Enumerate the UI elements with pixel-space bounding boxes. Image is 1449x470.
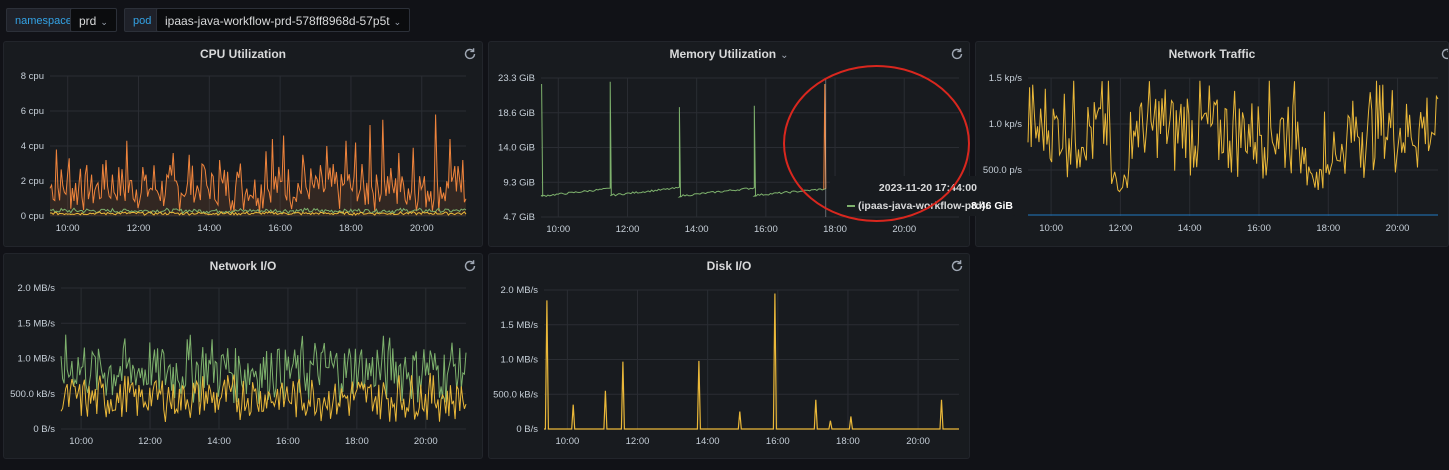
y-tick-label: 2.0 MB/s (501, 285, 539, 296)
y-tick-label: 4.7 GiB (503, 212, 535, 223)
pod-variable-label: pod (124, 8, 161, 32)
namespace-selected-value: prd (79, 14, 97, 28)
y-tick-label: 1.5 MB/s (18, 318, 56, 329)
x-tick-label: 18:00 (345, 436, 369, 447)
x-tick-label: 14:00 (685, 224, 709, 235)
x-tick-label: 12:00 (127, 223, 151, 234)
x-tick-label: 16:00 (276, 436, 300, 447)
x-tick-label: 10:00 (546, 224, 570, 235)
y-tick-label: 500.0 kB/s (493, 389, 538, 400)
memory-tooltip: 2023-11-20 17:44:00 (ipaas-java-workflow… (830, 176, 1015, 216)
x-tick-label: 12:00 (138, 436, 162, 447)
x-tick-label: 16:00 (754, 224, 778, 235)
chevron-down-icon: ⌄ (100, 17, 108, 27)
y-tick-label: 1.5 MB/s (501, 320, 539, 331)
x-tick-label: 14:00 (696, 436, 720, 447)
y-tick-label: 0 B/s (516, 424, 538, 435)
refresh-icon[interactable] (463, 259, 477, 273)
y-tick-label: 14.0 GiB (498, 143, 535, 154)
series-line (544, 293, 959, 430)
refresh-icon[interactable] (1440, 47, 1449, 61)
dashboard-variables-bar: namespace ipaas-java-workflow-prd-578ff8… (0, 0, 1449, 40)
x-tick-label: 14:00 (1178, 223, 1202, 234)
network-io-chart: 0 B/s 500.0 kB/s 1.0 MB/s 1.5 MB/s 2.0 MB/s 1… (10, 283, 467, 447)
panel-title: Memory Utilization ⌄ (489, 47, 969, 61)
x-tick-label: 18:00 (823, 224, 847, 235)
x-tick-label: 10:00 (56, 223, 80, 234)
x-tick-label: 16:00 (268, 223, 292, 234)
y-tick-label: 500.0 kB/s (10, 389, 55, 400)
x-tick-label: 16:00 (766, 436, 790, 447)
x-tick-label: 20:00 (892, 224, 916, 235)
refresh-icon[interactable] (950, 47, 964, 61)
y-tick-label: 0 cpu (21, 211, 44, 222)
chevron-down-icon[interactable]: ⌄ (780, 50, 788, 61)
cpu-utilization-panel[interactable]: 0 cpu 2 cpu 4 cpu 6 cpu 8 cpu 10:00 12:00 14:00… (3, 41, 483, 247)
y-tick-label: 500.0 p/s (983, 165, 1022, 176)
memory-chart: 4.7 GiB 9.3 GiB 14.0 GiB 18.6 GiB 23.3 GiB 10… (498, 73, 959, 235)
x-tick-label: 18:00 (1316, 223, 1340, 234)
tooltip-value: 8.46 GiB (970, 200, 1013, 212)
panel-title: CPU Utilization (200, 47, 286, 61)
x-tick-label: 20:00 (414, 436, 438, 447)
series-line (823, 83, 827, 190)
tooltip-series: (ipaas-java-workflow-prd): (847, 200, 989, 212)
y-tick-label: 1.0 kp/s (989, 119, 1023, 130)
panel-title: Network I/O (209, 259, 277, 273)
x-tick-label: 10:00 (555, 436, 579, 447)
pod-selected-value: ipaas-java-workflow-prd-578ff8968d-57p5t (165, 14, 390, 28)
y-tick-label: 23.3 GiB (498, 73, 535, 84)
disk-io-panel[interactable]: 0 B/s 500.0 kB/s 1.0 MB/s 1.5 MB/s 2.0 MB/s 1… (488, 253, 970, 459)
x-tick-label: 12:00 (1109, 223, 1133, 234)
y-tick-label: 1.5 kp/s (989, 73, 1023, 84)
panel-title-text: Memory Utilization (669, 47, 777, 61)
y-tick-label: 2.0 MB/s (18, 283, 56, 294)
pod-variable-select[interactable]: ipaas-java-workflow-prd-578ff8968d-57p5t… (156, 8, 411, 32)
y-tick-label: 9.3 GiB (503, 177, 535, 188)
y-tick-label: 4 cpu (21, 141, 44, 152)
x-tick-label: 18:00 (836, 436, 860, 447)
chevron-down-icon: ⌄ (393, 17, 402, 27)
x-tick-label: 10:00 (69, 436, 93, 447)
refresh-icon[interactable] (950, 259, 964, 273)
network-traffic-chart: 500.0 p/s 1.0 kp/s 1.5 kp/s 10:00 12:00 14:00… (983, 73, 1439, 234)
x-tick-label: 12:00 (616, 224, 640, 235)
network-traffic-panel[interactable]: 500.0 p/s 1.0 kp/s 1.5 kp/s 10:00 12:00 14:00… (975, 41, 1449, 247)
cpu-chart: 0 cpu 2 cpu 4 cpu 6 cpu 8 cpu 10:00 12:00 14:00… (21, 71, 467, 234)
series-swatch (847, 205, 855, 208)
x-tick-label: 10:00 (1039, 223, 1063, 234)
panel-title: Disk I/O (706, 259, 752, 273)
x-tick-label: 14:00 (207, 436, 231, 447)
x-tick-label: 18:00 (339, 223, 363, 234)
x-tick-label: 20:00 (410, 223, 434, 234)
x-tick-label: 12:00 (626, 436, 650, 447)
memory-utilization-panel[interactable]: 4.7 GiB 9.3 GiB 14.0 GiB 18.6 GiB 23.3 GiB 10… (488, 41, 970, 247)
y-tick-label: 8 cpu (21, 71, 44, 82)
series-line (540, 81, 827, 198)
x-tick-label: 20:00 (1386, 223, 1410, 234)
y-tick-label: 6 cpu (21, 106, 44, 117)
panel-title: Network Traffic (1168, 47, 1256, 61)
series-line (1027, 80, 1439, 193)
tooltip-series-label: (ipaas-java-workflow-prd): (858, 200, 989, 212)
x-tick-label: 16:00 (1247, 223, 1271, 234)
y-tick-label: 2 cpu (21, 176, 44, 187)
namespace-variable-select[interactable]: ipaas-java-workflow-prd-578ff8968d-57p5t… (70, 8, 117, 32)
disk-io-chart: 0 B/s 500.0 kB/s 1.0 MB/s 1.5 MB/s 2.0 MB/s 1… (493, 285, 959, 447)
y-tick-label: 1.0 MB/s (501, 355, 539, 366)
y-tick-label: 18.6 GiB (498, 108, 535, 119)
network-io-panel[interactable]: 0 B/s 500.0 kB/s 1.0 MB/s 1.5 MB/s 2.0 MB/s 1… (3, 253, 483, 459)
y-tick-label: 1.0 MB/s (18, 354, 56, 365)
refresh-icon[interactable] (463, 47, 477, 61)
y-tick-label: 0 B/s (33, 424, 55, 435)
x-tick-label: 20:00 (906, 436, 930, 447)
tooltip-time: 2023-11-20 17:44:00 (878, 182, 977, 194)
x-tick-label: 14:00 (197, 223, 221, 234)
